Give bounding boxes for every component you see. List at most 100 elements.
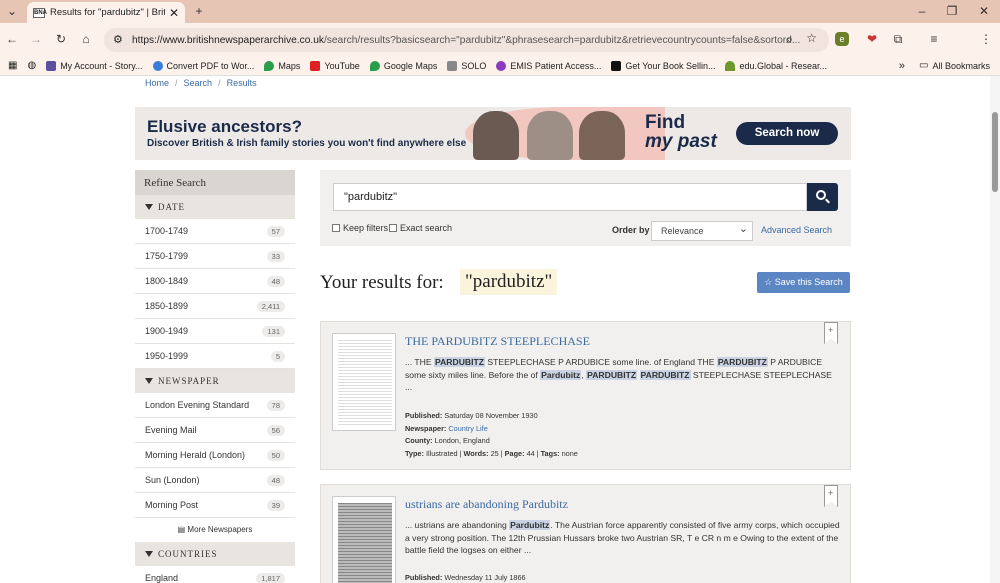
site-info-icon[interactable]: ⚙ bbox=[113, 33, 123, 46]
findmypast-banner[interactable]: Elusive ancestors? Discover British & Ir… bbox=[135, 107, 851, 160]
maps-pin-icon bbox=[264, 60, 275, 71]
breadcrumb-results[interactable]: Results bbox=[227, 78, 257, 88]
bookmark-item[interactable]: EMIS Patient Access... bbox=[496, 60, 601, 71]
caret-down-icon bbox=[145, 204, 153, 210]
breadcrumb-search[interactable]: Search bbox=[184, 78, 213, 88]
order-by-label: Order by bbox=[612, 225, 650, 235]
bookmark-item[interactable]: My Account - Story... bbox=[46, 60, 143, 71]
portrait-photo bbox=[579, 111, 625, 160]
newspaper-filter[interactable]: London Evening Standard 78 bbox=[135, 393, 295, 418]
search-button[interactable] bbox=[807, 183, 838, 211]
date-filter[interactable]: 1750-1799 33 bbox=[135, 244, 295, 269]
youtube-icon bbox=[310, 60, 321, 71]
breadcrumb-home[interactable]: Home bbox=[145, 78, 169, 88]
newspaper-filter[interactable]: Evening Mail 56 bbox=[135, 418, 295, 443]
newspaper-link[interactable]: Country Life bbox=[448, 424, 487, 433]
folder-icon: ▭ bbox=[919, 60, 929, 71]
newspaper-thumbnail[interactable] bbox=[332, 496, 396, 583]
globe-icon[interactable]: ◍ bbox=[27, 60, 36, 71]
tab-search-icon[interactable]: ⌄ bbox=[2, 1, 22, 21]
restore-icon[interactable]: ❐ bbox=[942, 1, 962, 21]
banner-subline: Discover British & Irish family stories … bbox=[147, 138, 467, 149]
date-filter[interactable]: 1800-1849 48 bbox=[135, 269, 295, 294]
scrollbar-thumb[interactable] bbox=[992, 112, 998, 192]
date-filter[interactable]: 1900-1949 131 bbox=[135, 319, 295, 344]
bookmark-item[interactable]: Get Your Book Sellin... bbox=[611, 60, 715, 71]
solo-icon bbox=[447, 60, 458, 71]
address-bar[interactable]: ⚙ https://www.britishnewspaperarchive.co… bbox=[104, 28, 829, 52]
notion-icon bbox=[611, 60, 622, 71]
result-published: Published: Wednesday 11 July 1866 bbox=[405, 573, 526, 582]
zoom-icon[interactable]: ⌕ bbox=[786, 32, 793, 47]
portrait-photo bbox=[527, 111, 573, 160]
date-filter[interactable]: 1850-1899 2,411 bbox=[135, 294, 295, 319]
exact-search-checkbox[interactable]: Exact search bbox=[389, 223, 452, 233]
bookmark-item[interactable]: Google Maps bbox=[369, 60, 437, 71]
page-scrollbar[interactable] bbox=[990, 76, 1000, 583]
star-icon: ☆ bbox=[764, 277, 775, 287]
forward-icon[interactable]: → bbox=[26, 29, 46, 49]
tab-active[interactable]: BNA Results for "pardubitz" | British ✕ bbox=[27, 2, 185, 23]
results-heading: Your results for: bbox=[320, 272, 444, 293]
bookmark-star-icon[interactable]: ☆ bbox=[806, 31, 817, 45]
caret-down-icon bbox=[145, 551, 153, 557]
pocket-icon[interactable]: ❤ bbox=[862, 29, 882, 49]
home-icon[interactable]: ⌂ bbox=[76, 29, 96, 49]
bookmark-item[interactable]: SOLO bbox=[447, 60, 486, 71]
result-published: Published: Saturday 08 November 1930 bbox=[405, 411, 538, 420]
result-title[interactable]: ustrians are abandoning Pardubitz bbox=[405, 497, 568, 512]
order-by-select[interactable]: Relevance bbox=[651, 221, 753, 241]
back-icon[interactable]: ← bbox=[2, 29, 22, 49]
menu-icon[interactable]: ⋮ bbox=[976, 29, 996, 49]
countries-heading[interactable]: COUNTRIES bbox=[135, 542, 295, 566]
result-details: Type: Illustrated | Words: 25 | Page: 44… bbox=[405, 449, 578, 458]
bookmark-item[interactable]: Convert PDF to Wor... bbox=[152, 60, 254, 71]
extension-icon[interactable]: e bbox=[835, 32, 849, 46]
result-title[interactable]: THE PARDUBITZ STEEPLECHASE bbox=[405, 334, 590, 349]
search-icon bbox=[816, 190, 826, 200]
close-tab-icon[interactable]: ✕ bbox=[169, 6, 179, 20]
newspaper-icon: ▤ bbox=[177, 525, 188, 534]
tab-title: Results for "pardubitz" | British bbox=[50, 7, 165, 18]
newspaper-heading[interactable]: NEWSPAPER bbox=[135, 369, 295, 393]
bookmark-item[interactable]: edu.Global - Resear... bbox=[725, 60, 827, 71]
bookmark-add-icon[interactable]: + bbox=[824, 485, 838, 507]
date-filter[interactable]: 1700-1749 57 bbox=[135, 219, 295, 244]
more-newspapers-link[interactable]: ▤ More Newspapers bbox=[135, 518, 295, 542]
bookmarks-bar: ▦ ◍ My Account - Story... Convert PDF to… bbox=[0, 56, 1000, 76]
apps-grid-icon[interactable]: ▦ bbox=[8, 60, 17, 71]
result-card: THE PARDUBITZ STEEPLECHASE ... THE PARDU… bbox=[320, 321, 851, 470]
keep-filters-checkbox[interactable]: Keep filters bbox=[332, 223, 388, 233]
grid-icon bbox=[46, 60, 57, 71]
search-now-button[interactable]: Search now bbox=[736, 122, 838, 145]
newspaper-filter[interactable]: Morning Post 39 bbox=[135, 493, 295, 518]
bna-favicon: BNA bbox=[33, 7, 47, 18]
more-bookmarks-icon[interactable]: » bbox=[899, 60, 905, 72]
banner-headline: Elusive ancestors? bbox=[147, 117, 302, 136]
pdf-icon bbox=[152, 60, 163, 71]
newspaper-thumbnail[interactable] bbox=[332, 333, 396, 431]
reload-icon[interactable]: ↻ bbox=[51, 29, 71, 49]
date-heading[interactable]: DATE bbox=[135, 195, 295, 219]
advanced-search-link[interactable]: Advanced Search bbox=[761, 225, 832, 235]
newspaper-filter[interactable]: Sun (London) 48 bbox=[135, 468, 295, 493]
extensions-puzzle-icon[interactable]: ⧉ bbox=[888, 29, 908, 49]
minimize-icon[interactable]: – bbox=[912, 1, 932, 21]
result-snippet: ... THE PARDUBITZ STEEPLECHASE P ARDUBIC… bbox=[405, 357, 832, 393]
result-snippet: ... ustrians are abandoning Pardubitz. T… bbox=[405, 520, 840, 556]
search-input[interactable]: "pardubitz" bbox=[333, 183, 807, 211]
newspaper-filter[interactable]: Morning Herald (London) 50 bbox=[135, 443, 295, 468]
new-tab-icon[interactable]: + bbox=[189, 1, 209, 21]
bookmark-item[interactable]: YouTube bbox=[310, 60, 360, 71]
country-filter[interactable]: England 1,817 bbox=[135, 566, 295, 583]
date-filter[interactable]: 1950-1999 5 bbox=[135, 344, 295, 369]
bookmark-add-icon[interactable]: + bbox=[824, 322, 838, 344]
save-search-button[interactable]: ☆ Save this Search bbox=[757, 272, 850, 293]
media-icon[interactable]: ≡ bbox=[924, 29, 944, 49]
all-bookmarks[interactable]: ▭ All Bookmarks bbox=[919, 60, 990, 71]
result-newspaper: Newspaper: Country Life bbox=[405, 424, 488, 433]
bookmark-item[interactable]: Maps bbox=[264, 60, 300, 71]
url-path: /search/results?basicsearch="pardubitz"&… bbox=[323, 34, 801, 46]
close-window-icon[interactable]: ✕ bbox=[974, 1, 994, 21]
browser-tab-bar: ⌄ BNA Results for "pardubitz" | British … bbox=[0, 0, 1000, 23]
